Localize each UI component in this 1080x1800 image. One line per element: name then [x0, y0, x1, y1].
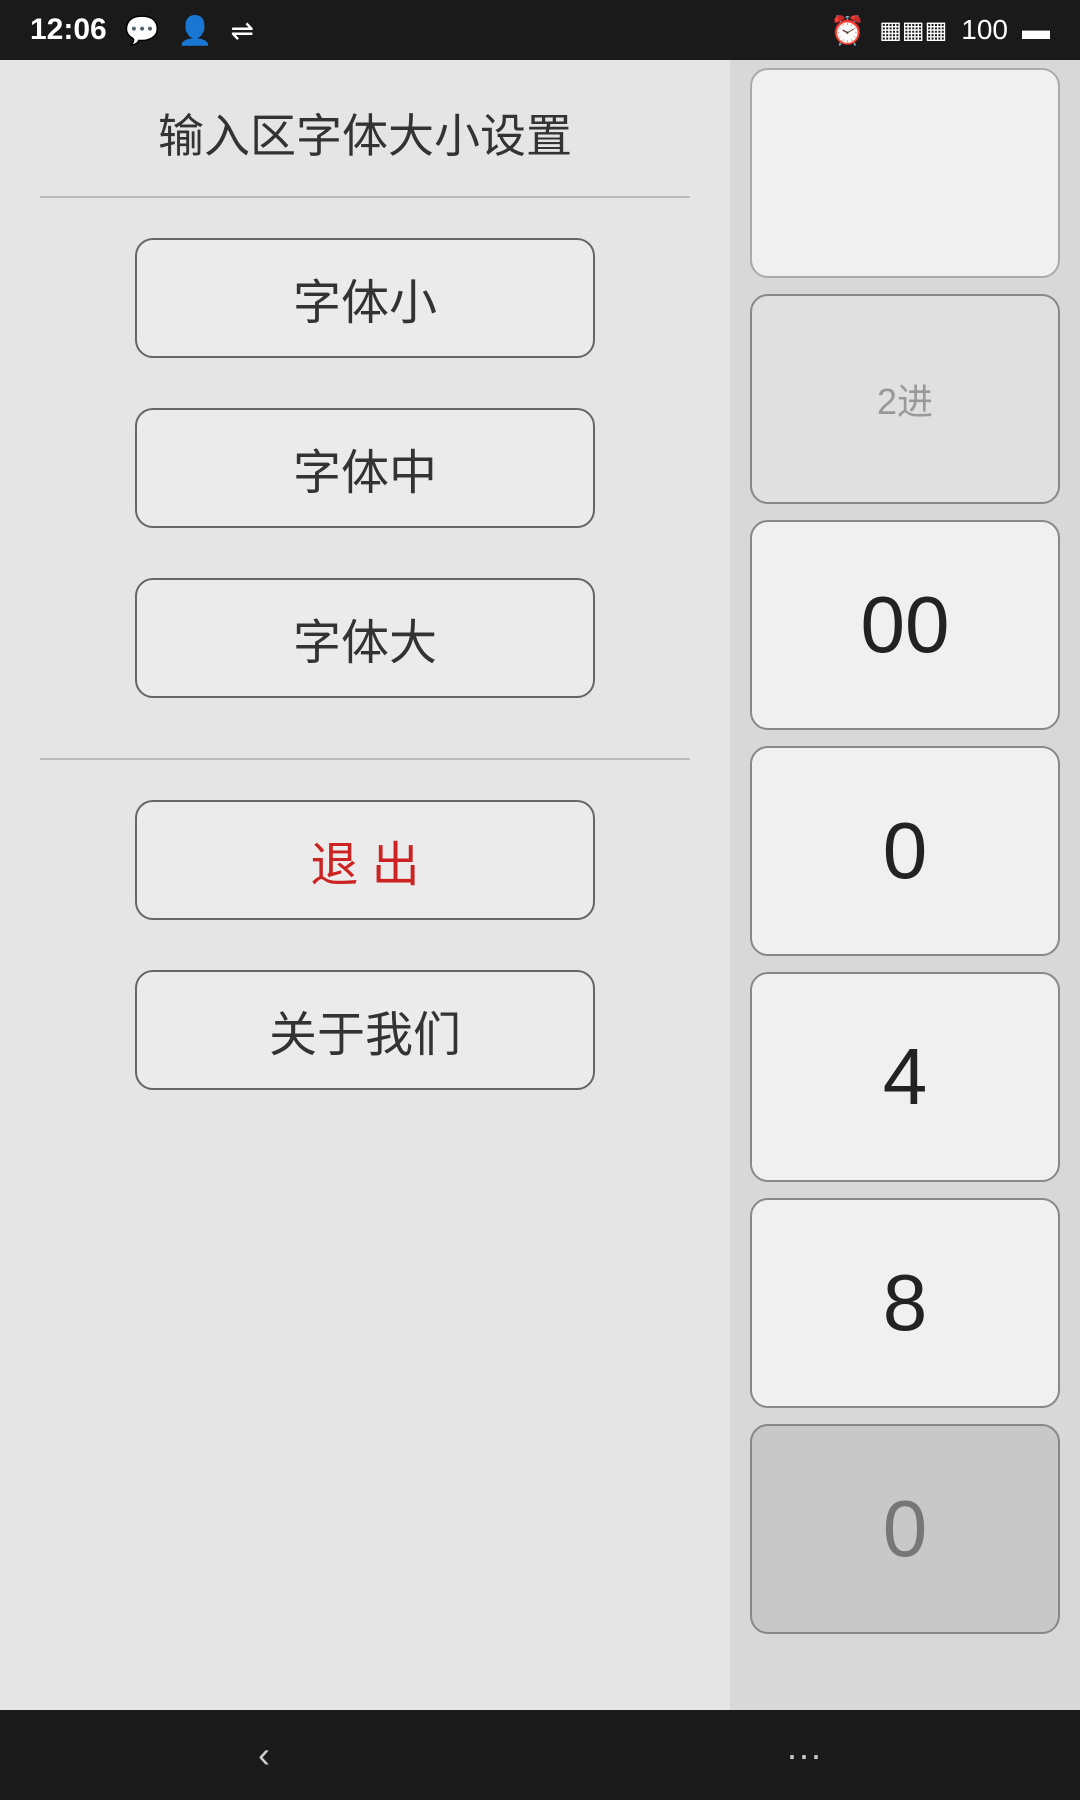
key-2jin-label: 2进	[877, 373, 933, 425]
key-2jin[interactable]: 2进	[750, 294, 1060, 504]
key-0a-label: 0	[883, 805, 928, 897]
main-container: 输入区字体大小设置 字体小 字体中 字体大 退 出 关于我们 2进 00	[0, 60, 1080, 1710]
font-medium-label: 字体中	[293, 433, 437, 503]
panel-title: 输入区字体大小设置	[158, 60, 572, 196]
font-small-button[interactable]: 字体小	[135, 238, 595, 358]
back-button[interactable]: ‹	[258, 1734, 270, 1776]
person-icon: 👤	[178, 14, 213, 47]
right-panel: 2进 00 0 4 8 0	[730, 60, 1080, 1710]
font-small-label: 字体小	[293, 263, 437, 333]
key-empty-top[interactable]	[750, 68, 1060, 278]
top-divider	[40, 196, 690, 198]
key-0a[interactable]: 0	[750, 746, 1060, 956]
key-4[interactable]: 4	[750, 972, 1060, 1182]
about-label: 关于我们	[269, 995, 461, 1065]
nav-bar: ‹ ···	[0, 1710, 1080, 1800]
usb-icon: ⇌	[230, 14, 253, 47]
exit-label: 退 出	[310, 825, 419, 895]
key-8[interactable]: 8	[750, 1198, 1060, 1408]
left-panel: 输入区字体大小设置 字体小 字体中 字体大 退 出 关于我们	[0, 60, 730, 1710]
key-00[interactable]: 00	[750, 520, 1060, 730]
font-medium-button[interactable]: 字体中	[135, 408, 595, 528]
status-left: 12:06 💬 👤 ⇌	[30, 13, 254, 47]
status-time: 12:06	[30, 13, 107, 47]
battery-percent: 100	[961, 14, 1008, 46]
font-large-button[interactable]: 字体大	[135, 578, 595, 698]
battery-icon: ▬	[1022, 14, 1050, 46]
key-0b-label: 0	[883, 1483, 928, 1575]
key-8-label: 8	[883, 1257, 928, 1349]
key-0b[interactable]: 0	[750, 1424, 1060, 1634]
bottom-divider	[40, 758, 690, 760]
status-right: ⏰ ▦▦▦ 100 ▬	[830, 14, 1050, 47]
exit-button[interactable]: 退 出	[135, 800, 595, 920]
key-00-label: 00	[861, 579, 950, 671]
about-button[interactable]: 关于我们	[135, 970, 595, 1090]
status-bar: 12:06 💬 👤 ⇌ ⏰ ▦▦▦ 100 ▬	[0, 0, 1080, 60]
key-4-label: 4	[883, 1031, 928, 1123]
font-large-label: 字体大	[293, 603, 437, 673]
message-icon: 💬	[125, 14, 160, 47]
menu-button[interactable]: ···	[786, 1734, 822, 1776]
clock-icon: ⏰	[830, 14, 865, 47]
signal-icon: ▦▦▦	[879, 16, 947, 45]
